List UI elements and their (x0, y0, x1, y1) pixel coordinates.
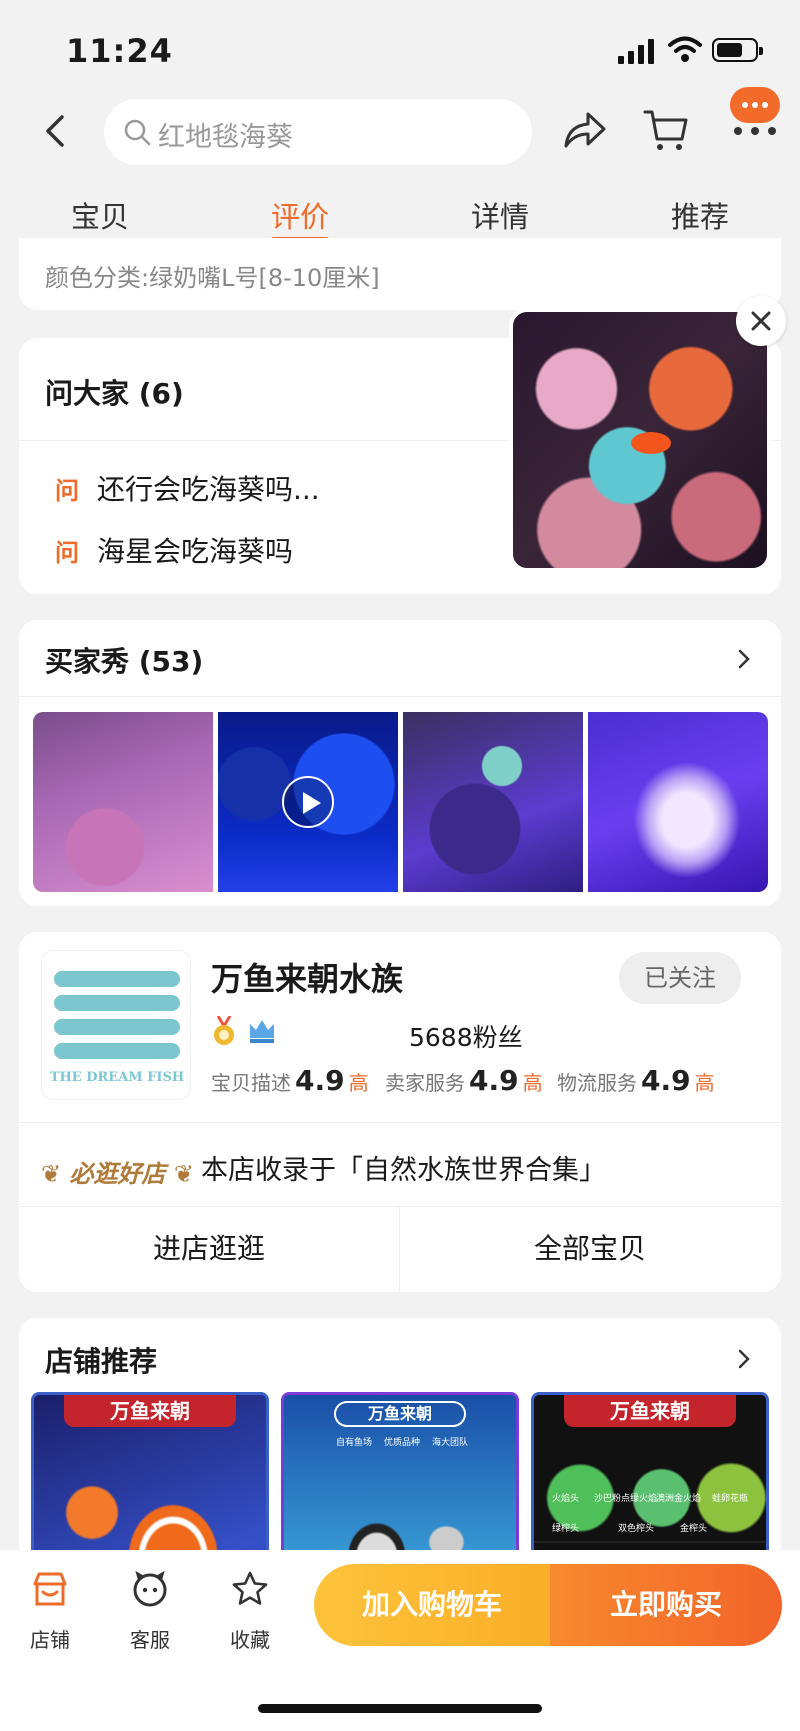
medal-icon (214, 1016, 234, 1045)
nav-bar: 红地毯海葵 (0, 87, 800, 170)
banner-tag: 自有鱼场 (336, 1438, 373, 1448)
chevron-right-icon[interactable] (733, 1348, 755, 1370)
search-icon (124, 119, 151, 146)
coral-label: 火焰头 (552, 1494, 580, 1504)
crown-icon (250, 1020, 274, 1043)
share-icon[interactable] (560, 108, 608, 152)
service-icon (133, 1570, 167, 1607)
search-input[interactable]: 红地毯海葵 (104, 99, 532, 165)
banner-tag: 海大团队 (432, 1438, 469, 1448)
coral-label: 绿榨头 (552, 1524, 580, 1534)
review-variant-card: 颜色分类:绿奶嘴L号[8-10厘米] (19, 238, 781, 310)
collection-text[interactable]: 本店收录于「自然水族世界合集」 (201, 1148, 606, 1187)
fan-count: 5688粉丝 (409, 1023, 523, 1052)
floating-video[interactable] (509, 308, 771, 572)
score-description: 宝贝描述 4.9 高 (211, 1064, 369, 1097)
coral-label: 澳洲金火焰 (656, 1494, 702, 1504)
store-label: 店铺 (30, 1628, 70, 1652)
recommend-title: 店铺推荐 (45, 1345, 158, 1378)
play-icon (282, 776, 334, 828)
question-text: 还行会吃海葵吗... (97, 473, 320, 506)
add-to-cart-button[interactable]: 加入购物车 (314, 1564, 550, 1646)
star-icon (232, 1571, 268, 1605)
score-service: 卖家服务 4.9 高 (385, 1064, 543, 1097)
banner-label: 万鱼来朝 (64, 1395, 236, 1427)
chevron-right-icon[interactable] (733, 648, 755, 670)
shop-card: THE DREAM FISH 万鱼来朝水族 已关注 5688粉丝 宝贝描述 4.9… (19, 932, 781, 1292)
buyer-video[interactable] (218, 712, 398, 892)
back-icon[interactable] (36, 111, 76, 151)
signal-icon (618, 38, 656, 64)
buyer-photo[interactable] (588, 712, 768, 892)
message-badge (730, 87, 780, 123)
banner-tag: 优质品种 (384, 1438, 421, 1448)
question-item[interactable]: 问还行会吃海葵吗... (55, 468, 320, 508)
ask-title: 问大家 (6) (45, 377, 184, 410)
shop-name[interactable]: 万鱼来朝水族 (211, 954, 403, 1000)
clownfish-image (631, 432, 671, 454)
status-bar: 11:24 (0, 0, 800, 95)
question-text: 海星会吃海葵吗 (97, 535, 294, 568)
question-tag: 问 (55, 539, 79, 567)
buyer-photo[interactable] (33, 712, 213, 892)
question-item[interactable]: 问海星会吃海葵吗 (55, 530, 293, 570)
wifi-icon (668, 36, 702, 62)
service-label: 客服 (130, 1628, 170, 1652)
must-visit-badge: ❦ 必逛好店 ❦ (41, 1160, 194, 1188)
favorite-button[interactable]: 收藏 (210, 1570, 290, 1653)
store-nav-button[interactable]: 店铺 (10, 1570, 90, 1653)
coral-label: 金榨头 (680, 1524, 708, 1534)
shop-logo-text: THE DREAM FISH (49, 1070, 185, 1085)
banner-label: 万鱼来朝 (564, 1395, 736, 1427)
enter-shop-button[interactable]: 进店逛逛 (19, 1206, 399, 1292)
cart-icon[interactable] (642, 107, 690, 153)
coral-label: 双色榨头 (618, 1524, 655, 1534)
coral-label: 蛙卵花瓶 (712, 1494, 749, 1504)
buyer-photo[interactable] (403, 712, 583, 892)
favorite-label: 收藏 (230, 1628, 270, 1652)
page: 11:24 红地毯海葵 宝贝 评价 详情 推荐 颜色分类:绿奶嘴L号[8-10厘… (0, 0, 800, 1731)
store-icon (33, 1572, 67, 1606)
all-items-button[interactable]: 全部宝贝 (400, 1206, 780, 1292)
close-icon[interactable] (736, 296, 786, 346)
more-menu-icon[interactable] (724, 87, 784, 165)
question-tag: 问 (55, 477, 79, 505)
buyer-show-title: 买家秀 (53) (45, 645, 204, 678)
shop-logo[interactable]: THE DREAM FISH (41, 950, 191, 1100)
score-logistics: 物流服务 4.9 高 (557, 1064, 715, 1097)
variant-text: 颜色分类:绿奶嘴L号[8-10厘米] (45, 264, 380, 292)
search-placeholder: 红地毯海葵 (158, 122, 293, 153)
battery-icon (712, 38, 763, 62)
customer-service-button[interactable]: 客服 (110, 1570, 190, 1653)
home-indicator (258, 1704, 542, 1713)
bottom-action-bar: 店铺 客服 收藏 加入购物车 立即购买 (0, 1550, 800, 1731)
follow-button[interactable]: 已关注 (619, 952, 741, 1004)
buy-now-button[interactable]: 立即购买 (550, 1564, 782, 1646)
buyer-show-card[interactable]: 买家秀 (53) (19, 620, 781, 906)
status-time: 11:24 (66, 32, 173, 70)
coral-label: 沙巴粉点绿火焰 (594, 1494, 658, 1504)
banner-label: 万鱼来朝 (334, 1401, 466, 1427)
